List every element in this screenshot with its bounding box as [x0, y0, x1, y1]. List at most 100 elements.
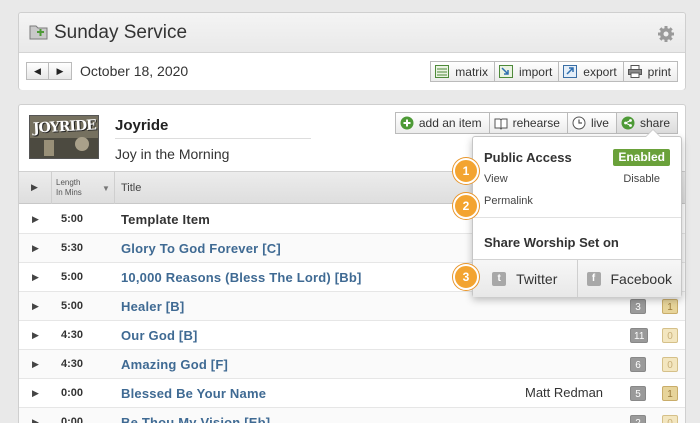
dropdown-divider: [473, 217, 681, 218]
song-length: 5:00: [61, 300, 84, 312]
facebook-label: Facebook: [610, 270, 672, 287]
play-all-icon[interactable]: ▶: [31, 182, 38, 193]
column-divider: [51, 172, 52, 204]
set-artwork: JOYRIDE: [29, 115, 99, 159]
print-icon: [627, 65, 642, 78]
matrix-label: matrix: [455, 64, 488, 79]
service-title: Sunday Service: [54, 22, 188, 43]
column-divider: [114, 172, 115, 204]
twitter-label: Twitter: [516, 270, 558, 287]
song-row[interactable]: ▶ 4:30 Our God [B] 11 0: [19, 321, 685, 350]
matrix-icon: [435, 65, 450, 78]
play-icon[interactable]: ▶: [32, 272, 39, 283]
enabled-status-badge: Enabled: [613, 149, 670, 166]
song-note-badge[interactable]: 1: [662, 299, 678, 314]
service-title-bar: Sunday Service: [19, 13, 685, 53]
twitter-share-button[interactable]: t Twitter: [473, 260, 577, 297]
share-dropdown: Public Access Enabled View Disable Perma…: [472, 129, 682, 297]
facebook-icon: f: [586, 271, 601, 286]
share-icon: [621, 116, 635, 130]
song-row[interactable]: ▶ 0:00 Be Thou My Vision [Eb] 2 0: [19, 408, 685, 423]
length-column-header[interactable]: Length In Mins: [56, 178, 82, 198]
import-button[interactable]: import: [494, 61, 560, 82]
song-title[interactable]: Healer [B]: [121, 299, 184, 314]
disable-link[interactable]: Disable: [623, 173, 660, 185]
rehearse-button[interactable]: rehearse: [489, 112, 568, 134]
play-icon[interactable]: ▶: [32, 417, 39, 423]
service-date: October 18, 2020: [80, 63, 189, 79]
play-icon[interactable]: ▶: [32, 243, 39, 254]
title-column-header[interactable]: Title: [121, 182, 141, 194]
song-artist: Matt Redman: [525, 385, 604, 400]
share-label: share: [639, 116, 670, 130]
gear-icon[interactable]: [657, 25, 675, 43]
song-title[interactable]: 10,000 Reasons (Bless The Lord) [Bb]: [121, 270, 362, 285]
sort-arrow-icon[interactable]: ▼: [102, 184, 110, 193]
service-toolbar: matrix import export print: [430, 61, 678, 82]
song-note-badge[interactable]: 1: [662, 386, 678, 401]
export-icon: [563, 65, 578, 78]
facebook-share-button[interactable]: f Facebook: [576, 260, 682, 297]
song-count-badge[interactable]: 2: [630, 415, 646, 423]
live-button[interactable]: live: [567, 112, 617, 134]
song-title[interactable]: Be Thou My Vision [Eb]: [121, 415, 270, 423]
clock-icon: [572, 116, 586, 130]
print-button[interactable]: print: [623, 61, 678, 82]
prev-date-button[interactable]: ◀: [26, 62, 49, 80]
song-note-badge[interactable]: 0: [662, 415, 678, 423]
import-label: import: [518, 64, 553, 79]
song-title[interactable]: Blessed Be Your Name: [121, 386, 266, 401]
song-note-badge[interactable]: 0: [662, 328, 678, 343]
song-length: 4:30: [61, 358, 84, 370]
song-title[interactable]: Glory To God Forever [C]: [121, 241, 281, 256]
song-count-badge[interactable]: 6: [630, 357, 646, 372]
song-note-badge[interactable]: 0: [662, 357, 678, 372]
song-row[interactable]: ▶ 4:30 Amazing God [F] 6 0: [19, 350, 685, 379]
permalink-link[interactable]: Permalink: [484, 195, 533, 207]
folder-icon: [29, 25, 48, 40]
next-date-button[interactable]: ▶: [49, 62, 72, 80]
song-title[interactable]: Amazing God [F]: [121, 357, 228, 372]
set-toolbar: add an item rehearse live share: [394, 112, 678, 134]
share-worship-set-title: Share Worship Set on: [484, 235, 619, 250]
twitter-icon: t: [492, 271, 507, 286]
book-icon: [494, 118, 508, 130]
dropdown-caret-inner: [646, 130, 660, 137]
plus-circle-icon: [400, 116, 414, 130]
song-count-badge[interactable]: 5: [630, 386, 646, 401]
set-subtitle[interactable]: Joy in the Morning: [115, 146, 229, 162]
matrix-button[interactable]: matrix: [430, 61, 495, 82]
export-label: export: [583, 64, 617, 79]
public-access-title: Public Access: [484, 150, 572, 165]
song-title[interactable]: Our God [B]: [121, 328, 198, 343]
play-icon[interactable]: ▶: [32, 214, 39, 225]
song-count-badge[interactable]: 11: [630, 328, 649, 343]
song-length: 0:00: [61, 416, 84, 423]
add-item-button[interactable]: add an item: [394, 112, 490, 134]
import-icon: [498, 65, 513, 78]
add-item-label: add an item: [418, 116, 482, 130]
song-count-badge[interactable]: 3: [630, 299, 646, 314]
length-header-line1: Length: [56, 178, 81, 187]
play-icon[interactable]: ▶: [32, 388, 39, 399]
set-title[interactable]: Joyride: [115, 117, 168, 134]
play-icon[interactable]: ▶: [32, 359, 39, 370]
callout-marker-2: 2: [453, 193, 479, 219]
live-label: live: [590, 116, 609, 130]
length-header-line2: In Mins: [56, 188, 82, 197]
song-length: 5:00: [61, 213, 84, 225]
play-icon[interactable]: ▶: [32, 330, 39, 341]
date-nav: ◀ ▶: [26, 62, 72, 80]
play-icon[interactable]: ▶: [32, 301, 39, 312]
view-link[interactable]: View: [484, 173, 508, 185]
song-length: 5:30: [61, 242, 84, 254]
song-length: 0:00: [61, 387, 84, 399]
service-date-bar: ◀ ▶ October 18, 2020 matrix import expor…: [19, 53, 685, 90]
export-button[interactable]: export: [559, 61, 624, 82]
song-length: 5:00: [61, 271, 84, 283]
rehearse-label: rehearse: [512, 116, 560, 130]
song-title[interactable]: Template Item: [121, 212, 210, 227]
service-header-panel: Sunday Service ◀ ▶ October 18, 2020 matr…: [18, 12, 686, 90]
print-label: print: [647, 64, 671, 79]
song-row[interactable]: ▶ 0:00 Blessed Be Your Name Matt Redman 5 1: [19, 379, 685, 408]
